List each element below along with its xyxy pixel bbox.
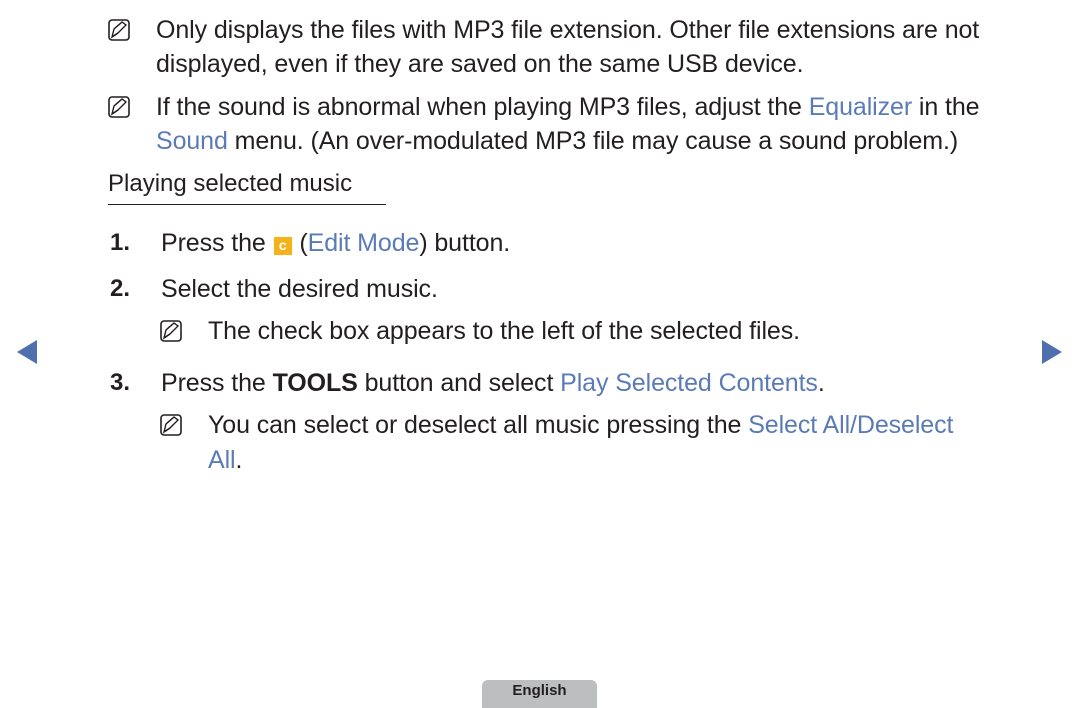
step-text: ( bbox=[292, 229, 308, 257]
note-icon bbox=[160, 320, 182, 342]
tools-button-label: TOOLS bbox=[272, 369, 358, 397]
step-number: 1. bbox=[110, 229, 131, 256]
note-2-line-1: If the sound is abnormal when playing MP… bbox=[156, 90, 980, 124]
note-icon bbox=[108, 96, 130, 118]
next-page-icon[interactable] bbox=[1042, 340, 1062, 364]
step-1-text: Press the c (Edit Mode) button. bbox=[161, 226, 510, 260]
step-text: Press the bbox=[161, 229, 273, 257]
step-2-note: The check box appears to the left of the… bbox=[208, 317, 800, 345]
heading-underline bbox=[108, 204, 386, 205]
step-text: ) button. bbox=[419, 229, 511, 257]
step-text: button and select bbox=[357, 369, 561, 397]
step-number: 3. bbox=[110, 369, 131, 396]
section-heading: Playing selected music bbox=[108, 170, 353, 197]
note-icon bbox=[160, 414, 182, 436]
edit-mode-link: Edit Mode bbox=[307, 229, 420, 257]
previous-page-icon[interactable] bbox=[17, 340, 37, 364]
c-button-icon: c bbox=[273, 237, 292, 255]
note-icon bbox=[108, 19, 130, 41]
note-2-text: menu. (An over-modulated MP3 file may ca… bbox=[227, 127, 959, 155]
equalizer-link: Equalizer bbox=[808, 93, 913, 121]
step-number: 2. bbox=[110, 275, 131, 302]
select-all-deselect-link: All bbox=[208, 446, 236, 474]
play-selected-contents-link: Play Selected Contents bbox=[560, 369, 818, 397]
manual-page: Only displays the files with MP3 file ex… bbox=[0, 0, 1080, 708]
note-2-text: If the sound is abnormal when playing MP… bbox=[156, 93, 809, 121]
step-text: You can select or deselect all music pre… bbox=[208, 411, 749, 439]
step-3-text: Press the TOOLS button and select Play S… bbox=[161, 366, 825, 400]
step-text: . bbox=[817, 369, 825, 397]
step-2-text: Select the desired music. bbox=[161, 275, 438, 303]
note-2-text: in the bbox=[912, 93, 980, 121]
select-all-deselect-link: Select All/Deselect bbox=[748, 411, 954, 439]
language-tab[interactable]: English bbox=[482, 680, 597, 708]
step-text: Press the bbox=[161, 369, 273, 397]
step-text: . bbox=[235, 446, 243, 474]
note-1-line-1: Only displays the files with MP3 file ex… bbox=[156, 16, 980, 44]
note-1-line-2: displayed, even if they are saved on the… bbox=[156, 50, 804, 78]
note-2-line-2: Sound menu. (An over-modulated MP3 file … bbox=[156, 124, 958, 158]
step-3-note-line-1: You can select or deselect all music pre… bbox=[208, 408, 953, 442]
step-3-note-line-2: All. bbox=[208, 443, 242, 477]
sound-menu-link: Sound bbox=[156, 127, 228, 155]
